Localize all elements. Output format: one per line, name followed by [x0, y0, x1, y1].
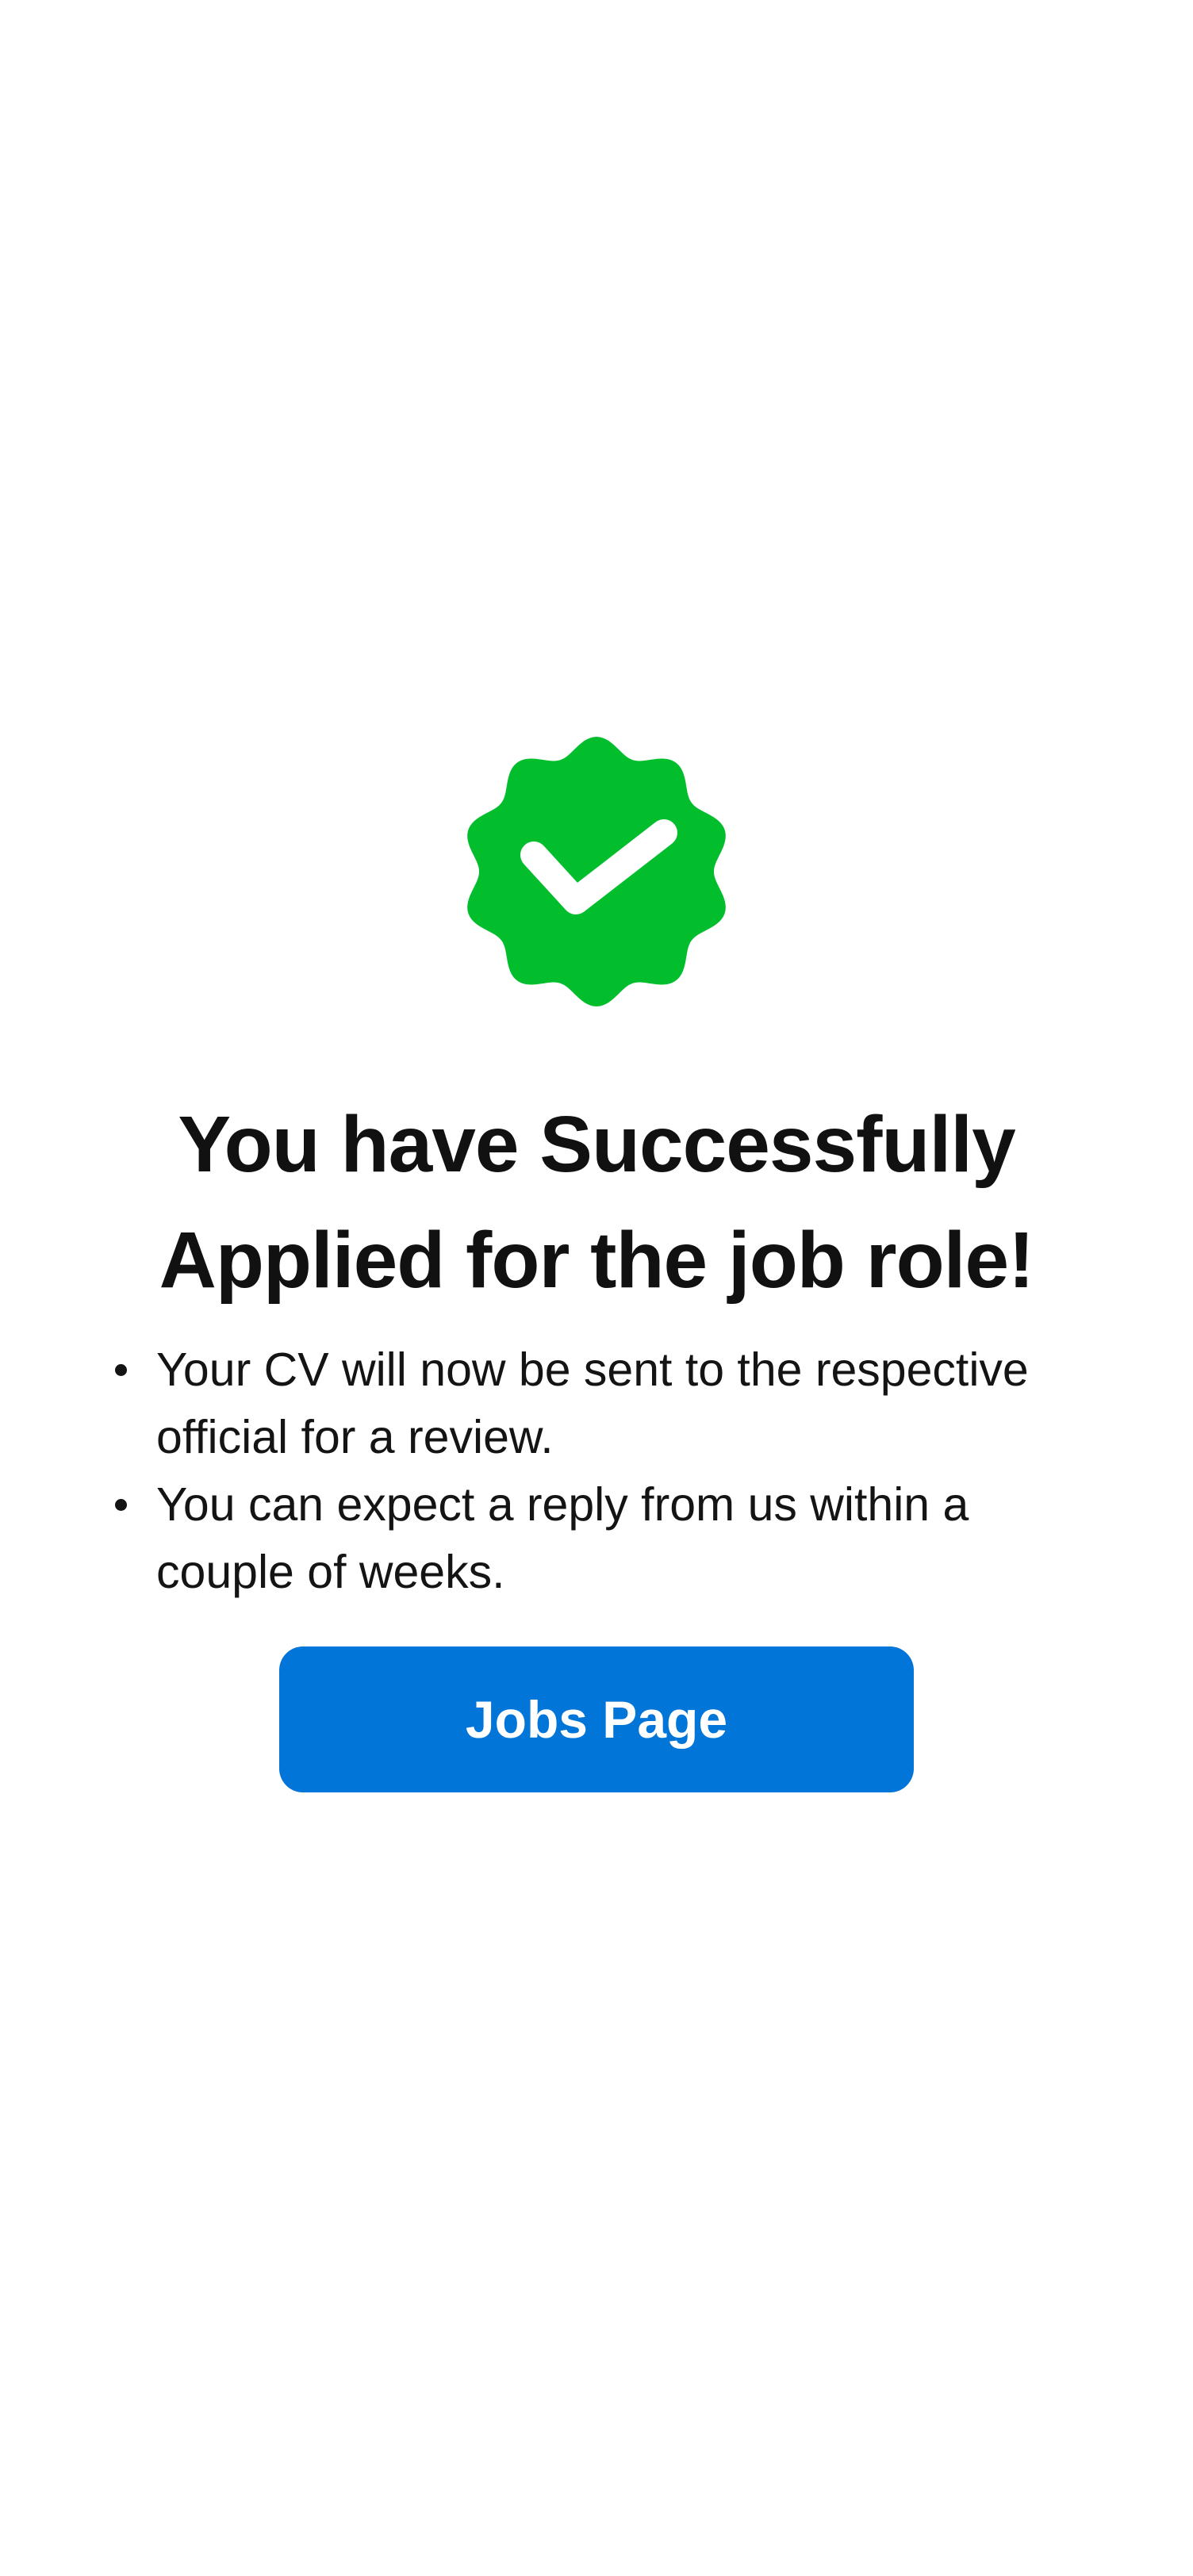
list-item: Your CV will now be sent to the respecti… — [111, 1336, 1103, 1471]
title-line-2: Applied for the job role! — [159, 1216, 1035, 1305]
list-item-text: Your CV will now be sent to the respecti… — [156, 1344, 1029, 1463]
title-line-1: You have Successfully — [178, 1100, 1015, 1189]
bullet-icon — [115, 1364, 127, 1376]
list-item: You can expect a reply from us within a … — [111, 1471, 1103, 1606]
list-item-text: You can expect a reply from us within a … — [156, 1478, 969, 1598]
checkmark-icon — [467, 737, 726, 1006]
jobs-page-button[interactable]: Jobs Page — [279, 1646, 914, 1792]
verified-badge-icon — [451, 726, 742, 1017]
success-title: You have Successfully Applied for the jo… — [0, 1087, 1193, 1318]
bullet-icon — [115, 1499, 127, 1511]
info-list: Your CV will now be sent to the respecti… — [111, 1336, 1103, 1606]
